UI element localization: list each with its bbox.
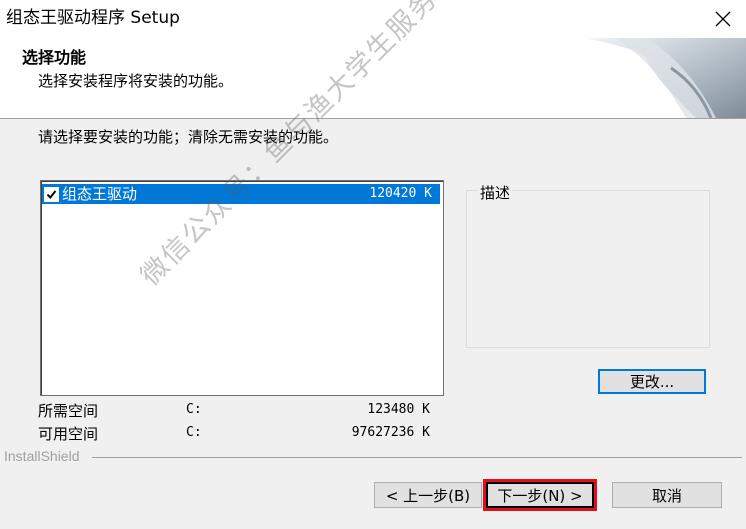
description-groupbox (466, 190, 710, 348)
feature-tree[interactable]: 组态王驱动 120420 K (40, 180, 444, 396)
required-space-label: 所需空间 (38, 402, 99, 420)
title-bar: 组态王驱动程序 Setup (0, 0, 746, 38)
feature-name: 组态王驱动 (62, 185, 138, 203)
installshield-brand: InstallShield (4, 448, 80, 464)
available-space-label: 可用空间 (38, 425, 99, 443)
window-title: 组态王驱动程序 Setup (6, 8, 180, 28)
header-panel: 选择功能 选择安装程序将安装的功能。 (0, 38, 746, 119)
cancel-button[interactable]: 取消 (612, 482, 722, 508)
instruction-text: 请选择要安装的功能；清除无需安装的功能。 (38, 128, 339, 146)
required-space-row: 所需空间 C: 123480 K (38, 400, 438, 422)
required-space-value: 123480 K (367, 402, 430, 417)
feature-item-driver[interactable]: 组态王驱动 120420 K (42, 184, 440, 204)
feature-size: 120420 K (369, 186, 432, 201)
next-button[interactable]: 下一步(N) > (483, 479, 597, 511)
close-icon (715, 11, 731, 27)
available-space-row: 可用空间 C: 97627236 K (38, 423, 438, 445)
available-space-value: 97627236 K (351, 425, 430, 440)
description-label: 描述 (478, 182, 513, 203)
page-title: 选择功能 (22, 48, 87, 67)
checkmark-icon (46, 190, 57, 200)
page-subtitle: 选择安装程序将安装的功能。 (38, 72, 234, 90)
feature-checkbox[interactable] (44, 187, 59, 202)
installshield-banner-graphic (586, 38, 746, 118)
footer-divider (92, 457, 742, 458)
close-button[interactable] (700, 0, 746, 38)
back-button[interactable]: < 上一步(B) (374, 482, 482, 508)
required-space-drive: C: (186, 402, 202, 417)
change-button[interactable]: 更改... (598, 369, 706, 394)
available-space-drive: C: (186, 425, 202, 440)
